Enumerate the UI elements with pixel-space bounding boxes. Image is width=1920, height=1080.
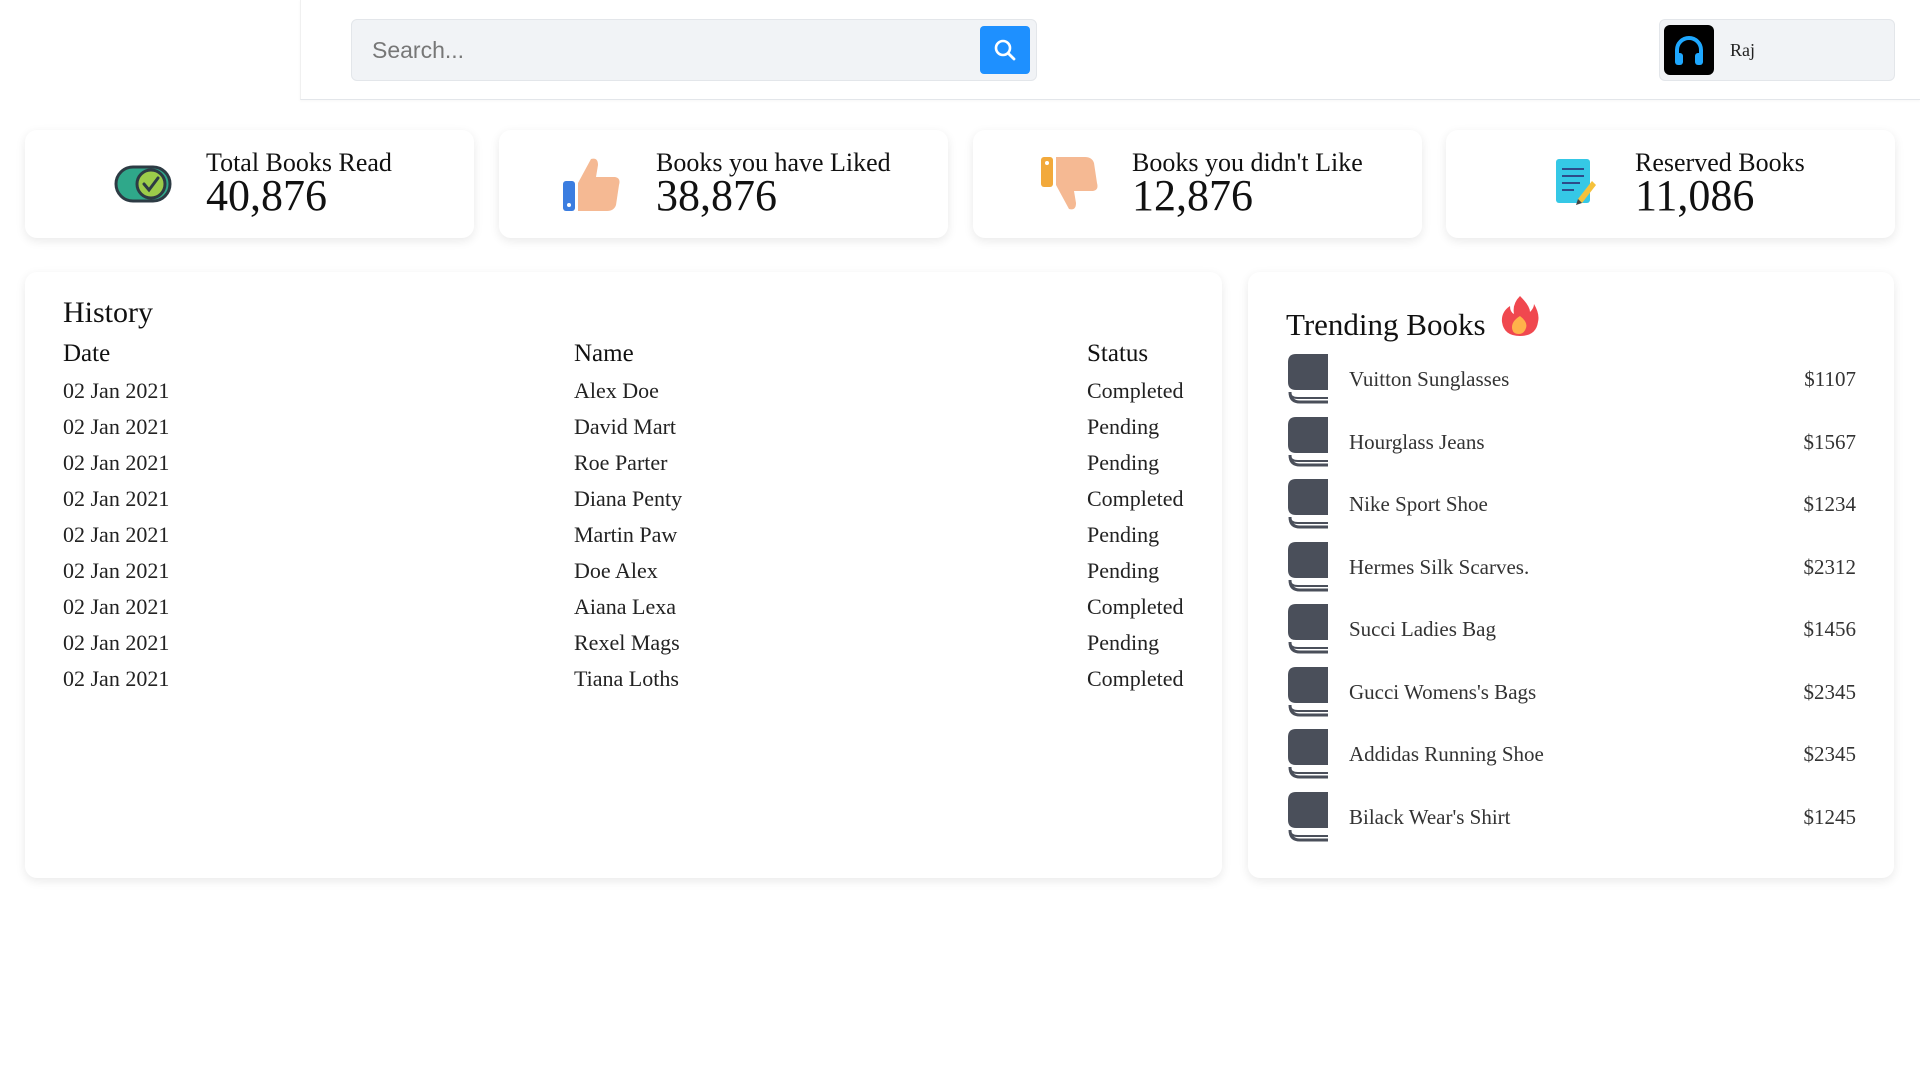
history-name: David Mart: [574, 414, 677, 439]
history-date: 02 Jan 2021: [63, 486, 170, 511]
thumbs-up-icon: [563, 158, 620, 211]
history-name: Aiana Lexa: [574, 594, 676, 619]
headphones-icon: [1675, 36, 1703, 65]
trending-item-price: $2312: [1803, 555, 1857, 579]
trending-item-price: $1456: [1803, 617, 1857, 641]
book-icon: [1288, 542, 1328, 592]
trending-item-name: Gucci Womens's Bags: [1349, 680, 1537, 704]
search-input[interactable]: [352, 20, 982, 80]
avatar: [1664, 25, 1714, 75]
history-name: Alex Doe: [574, 378, 659, 403]
stat-card-reserved: Reserved Books 11,086: [1446, 130, 1895, 238]
stat-value: 12,876: [1132, 171, 1253, 220]
history-status: Pending: [1087, 414, 1160, 439]
book-icon: [1288, 354, 1328, 404]
trending-item-name: Succi Ladies Bag: [1349, 617, 1496, 641]
book-icon: [1288, 604, 1328, 654]
history-date: 02 Jan 2021: [63, 630, 170, 655]
history-name: Doe Alex: [574, 558, 658, 583]
book-icon: [1288, 667, 1328, 717]
stat-card-total-read: Total Books Read 40,876: [25, 130, 474, 238]
column-header-date: Date: [63, 340, 111, 367]
notepad-icon: [1556, 159, 1596, 205]
search-button[interactable]: [980, 26, 1030, 74]
fire-icon: [1501, 296, 1539, 336]
trending-item[interactable]: Gucci Womens's Bags $2345: [1286, 665, 1856, 721]
user-menu[interactable]: Raj: [1659, 19, 1895, 81]
trending-item-price: $1567: [1803, 430, 1857, 454]
book-icon: [1288, 479, 1328, 529]
trending-item-price: $1107: [1804, 367, 1856, 391]
history-status: Pending: [1087, 450, 1160, 475]
stat-card-disliked: Books you didn't Like 12,876: [973, 130, 1422, 238]
stat-value: 40,876: [206, 171, 327, 220]
user-name: Raj: [1730, 39, 1755, 60]
top-bar: Raj: [300, 0, 1920, 100]
trending-item-name: Hourglass Jeans: [1349, 430, 1485, 454]
history-date: 02 Jan 2021: [63, 666, 170, 691]
stat-value: 11,086: [1635, 171, 1755, 220]
trending-item[interactable]: Bilack Wear's Shirt $1245: [1286, 790, 1856, 846]
trending-item-price: $2345: [1803, 680, 1857, 704]
history-status: Completed: [1087, 666, 1184, 691]
trending-item[interactable]: Addidas Running Shoe $2345: [1286, 727, 1856, 783]
stat-card-liked: Books you have Liked 38,876: [499, 130, 948, 238]
history-date: 02 Jan 2021: [63, 450, 170, 475]
search-box: [351, 19, 1037, 81]
trending-item-name: Hermes Silk Scarves.: [1349, 555, 1530, 579]
history-name: Diana Penty: [574, 486, 683, 511]
trending-item[interactable]: Vuitton Sunglasses $1107: [1286, 352, 1856, 408]
trending-item-name: Nike Sport Shoe: [1349, 492, 1488, 516]
history-date: 02 Jan 2021: [63, 594, 170, 619]
thumbs-down-icon: [1041, 157, 1098, 210]
history-date: 02 Jan 2021: [63, 522, 170, 547]
search-icon: [994, 39, 1016, 61]
history-date: 02 Jan 2021: [63, 378, 170, 403]
history-name: Martin Paw: [574, 522, 678, 547]
book-icon: [1288, 792, 1328, 842]
stat-value: 38,876: [656, 171, 777, 220]
trending-item-name: Vuitton Sunglasses: [1349, 367, 1510, 391]
history-name: Tiana Loths: [574, 666, 679, 691]
history-date: 02 Jan 2021: [63, 558, 170, 583]
history-status: Pending: [1087, 630, 1160, 655]
trending-item-price: $2345: [1803, 742, 1857, 766]
history-status: Completed: [1087, 378, 1184, 403]
history-status: Pending: [1087, 522, 1160, 547]
trending-item-name: Bilack Wear's Shirt: [1349, 805, 1511, 829]
history-title: History: [63, 296, 153, 329]
history-panel: History Date Name Status 02 Jan 2021 Ale…: [25, 272, 1222, 878]
history-name: Roe Parter: [574, 450, 668, 475]
history-date: 02 Jan 2021: [63, 414, 170, 439]
trending-item-price: $1234: [1803, 492, 1857, 516]
trending-item-name: Addidas Running Shoe: [1349, 742, 1544, 766]
trending-item[interactable]: Hermes Silk Scarves. $2312: [1286, 540, 1856, 596]
trending-title: Trending Books: [1286, 307, 1486, 342]
history-name: Rexel Mags: [574, 630, 680, 655]
history-status: Completed: [1087, 594, 1184, 619]
column-header-status: Status: [1087, 340, 1149, 367]
trending-panel: Trending Books Vuitton Sunglasses $1107 …: [1248, 272, 1894, 878]
column-header-name: Name: [574, 340, 634, 367]
trending-item[interactable]: Succi Ladies Bag $1456: [1286, 602, 1856, 658]
toggle-check-icon: [114, 165, 172, 203]
history-status: Pending: [1087, 558, 1160, 583]
trending-item-price: $1245: [1803, 805, 1857, 829]
book-icon: [1288, 729, 1328, 779]
history-status: Completed: [1087, 486, 1184, 511]
trending-item[interactable]: Nike Sport Shoe $1234: [1286, 477, 1856, 533]
trending-item[interactable]: Hourglass Jeans $1567: [1286, 415, 1856, 471]
book-icon: [1288, 417, 1328, 467]
